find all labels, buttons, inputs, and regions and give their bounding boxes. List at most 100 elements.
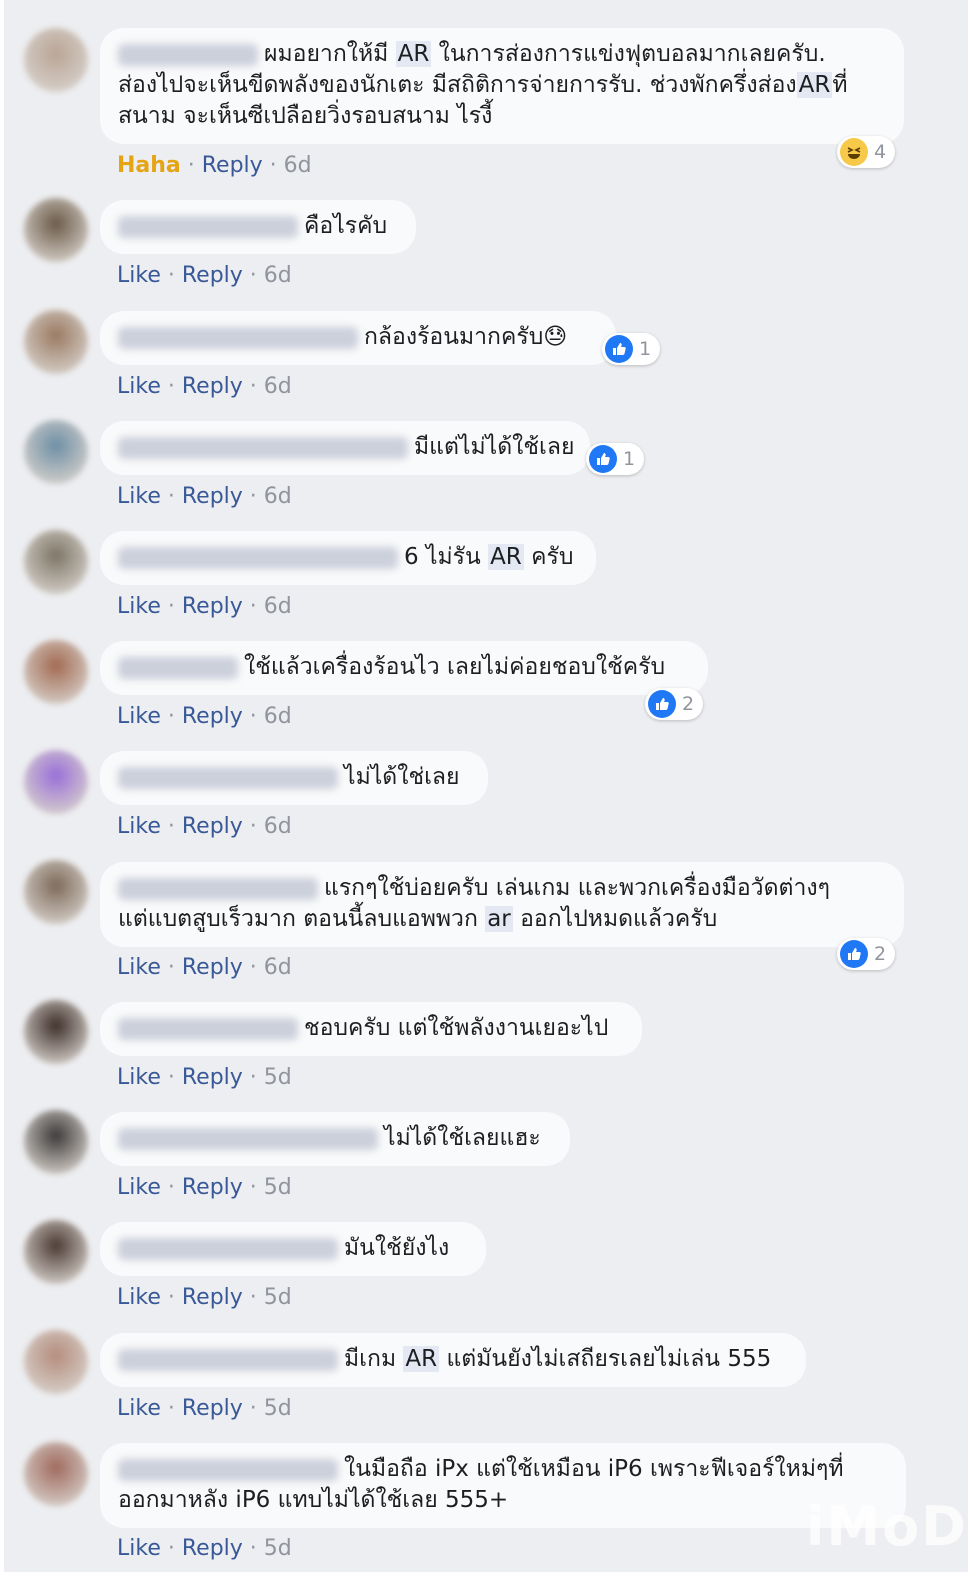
commenter-name-redacted[interactable] <box>118 436 408 459</box>
commenter-name-redacted[interactable] <box>118 1237 338 1260</box>
separator-dot: · <box>242 484 264 509</box>
comment-bubble: มีแต่ไม่ได้ใช้เลย <box>100 421 590 475</box>
separator-dot: · <box>160 814 182 839</box>
commenter-name-redacted[interactable] <box>118 1458 338 1481</box>
comment-bubble: ไม่ได้ใช่เลย <box>100 751 488 805</box>
avatar[interactable] <box>24 1110 88 1174</box>
separator-dot: · <box>160 1175 182 1200</box>
comment-text: ผมอยากให้มี AR ในการส่องการแข่งฟุตบอลมาก… <box>264 41 826 67</box>
timestamp[interactable]: 5d <box>264 1536 292 1561</box>
like-link[interactable]: Like <box>117 955 161 980</box>
reaction-count-badge[interactable]: 4 <box>837 136 896 168</box>
timestamp[interactable]: 5d <box>264 1065 292 1090</box>
reply-link[interactable]: Reply <box>182 1396 243 1421</box>
comment-text: แรกๆใช้บ่อยครับ เล่นเกม และพวกเครื่องมือ… <box>324 875 830 901</box>
reply-link[interactable]: Reply <box>202 153 263 178</box>
timestamp[interactable]: 6d <box>264 704 292 729</box>
comment-text: มีเกม AR แต่มันยังไม่เสถียรเลยไม่เล่น 55… <box>344 1346 772 1372</box>
like-link[interactable]: Like <box>117 1536 161 1561</box>
timestamp[interactable]: 6d <box>284 153 312 178</box>
commenter-name-redacted[interactable] <box>118 877 318 900</box>
commenter-name-redacted[interactable] <box>118 1348 338 1371</box>
timestamp[interactable]: 5d <box>264 1396 292 1421</box>
separator-dot: · <box>160 955 182 980</box>
commenter-name-redacted[interactable] <box>118 546 398 569</box>
reply-link[interactable]: Reply <box>182 263 243 288</box>
commenter-name-redacted[interactable] <box>118 766 338 789</box>
reply-link[interactable]: Reply <box>182 1065 243 1090</box>
reply-link[interactable]: Reply <box>182 704 243 729</box>
reply-link[interactable]: Reply <box>182 1285 243 1310</box>
like-link[interactable]: Like <box>117 1396 161 1421</box>
reply-link[interactable]: Reply <box>182 1536 243 1561</box>
separator-dot: · <box>160 1285 182 1310</box>
commenter-name-redacted[interactable] <box>118 656 238 679</box>
avatar[interactable] <box>24 1330 88 1394</box>
commenter-name-redacted[interactable] <box>118 43 258 66</box>
separator-dot: · <box>242 594 264 619</box>
commenter-name-redacted[interactable] <box>118 1127 378 1150</box>
avatar[interactable] <box>24 420 88 484</box>
like-link[interactable]: Like <box>117 374 161 399</box>
reaction-count: 1 <box>639 338 652 360</box>
timestamp[interactable]: 6d <box>264 594 292 619</box>
avatar[interactable] <box>24 860 88 924</box>
avatar[interactable] <box>24 640 88 704</box>
reply-link[interactable]: Reply <box>182 955 243 980</box>
reaction-count-badge[interactable]: 2 <box>645 688 704 720</box>
comment-text: สนาม จะเห็นซีเปลือยวิ่งรอบสนาม ไรงี้ <box>118 103 493 129</box>
like-link[interactable]: Like <box>117 704 161 729</box>
avatar[interactable] <box>24 1442 88 1506</box>
reply-link[interactable]: Reply <box>182 374 243 399</box>
timestamp[interactable]: 6d <box>264 955 292 980</box>
comment-actions: Like · Reply · 6d <box>117 813 292 841</box>
comment-bubble: แรกๆใช้บ่อยครับ เล่นเกม และพวกเครื่องมือ… <box>100 862 904 947</box>
comment-text: คือไรคับ <box>304 213 388 239</box>
timestamp[interactable]: 6d <box>264 814 292 839</box>
separator-dot: · <box>242 1536 264 1561</box>
reaction-count: 4 <box>874 141 887 163</box>
commenter-name-redacted[interactable] <box>118 215 298 238</box>
reply-link[interactable]: Reply <box>182 484 243 509</box>
avatar[interactable] <box>24 1220 88 1284</box>
reaction-count-badge[interactable]: 1 <box>602 333 661 365</box>
like-link[interactable]: Like <box>117 594 161 619</box>
reaction-count-badge[interactable]: 1 <box>586 443 645 475</box>
like-link[interactable]: Like <box>117 1175 161 1200</box>
comment-text: แต่แบตสูบเร็วมาก ตอนนี้ลบแอพพวก ar ออกไป… <box>118 906 718 932</box>
separator-dot: · <box>242 955 264 980</box>
like-link[interactable]: Like <box>117 1285 161 1310</box>
separator-dot: · <box>160 594 182 619</box>
commenter-name-redacted[interactable] <box>118 1017 298 1040</box>
separator-dot: · <box>242 374 264 399</box>
avatar[interactable] <box>24 1000 88 1064</box>
like-link[interactable]: Like <box>117 814 161 839</box>
reaction-count-badge[interactable]: 2 <box>837 938 896 970</box>
like-link[interactable]: Like <box>117 1065 161 1090</box>
haha-reaction-link[interactable]: Haha <box>117 153 181 178</box>
avatar[interactable] <box>24 28 88 92</box>
timestamp[interactable]: 6d <box>264 484 292 509</box>
like-link[interactable]: Like <box>117 263 161 288</box>
timestamp[interactable]: 5d <box>264 1285 292 1310</box>
comment-actions: Like · Reply · 6d <box>117 483 292 511</box>
avatar[interactable] <box>24 310 88 374</box>
comment-actions: Like · Reply · 6d <box>117 262 292 290</box>
comment-actions: Like · Reply · 5d <box>117 1064 292 1092</box>
comment-text: ออกมาหลัง iP6 แทบไม่ได้ใช้เลย 555+ <box>118 1487 509 1513</box>
timestamp[interactable]: 6d <box>264 263 292 288</box>
avatar[interactable] <box>24 530 88 594</box>
reply-link[interactable]: Reply <box>182 814 243 839</box>
avatar[interactable] <box>24 198 88 262</box>
avatar[interactable] <box>24 750 88 814</box>
comment-text: ในมือถือ iPx แต่ใช้เหมือน iP6 เพราะฟีเจอ… <box>344 1456 844 1482</box>
reply-link[interactable]: Reply <box>182 1175 243 1200</box>
separator-dot: · <box>242 1065 264 1090</box>
like-icon <box>605 335 633 363</box>
commenter-name-redacted[interactable] <box>118 326 358 349</box>
like-link[interactable]: Like <box>117 484 161 509</box>
timestamp[interactable]: 5d <box>264 1175 292 1200</box>
separator-dot: · <box>160 374 182 399</box>
timestamp[interactable]: 6d <box>264 374 292 399</box>
reply-link[interactable]: Reply <box>182 594 243 619</box>
